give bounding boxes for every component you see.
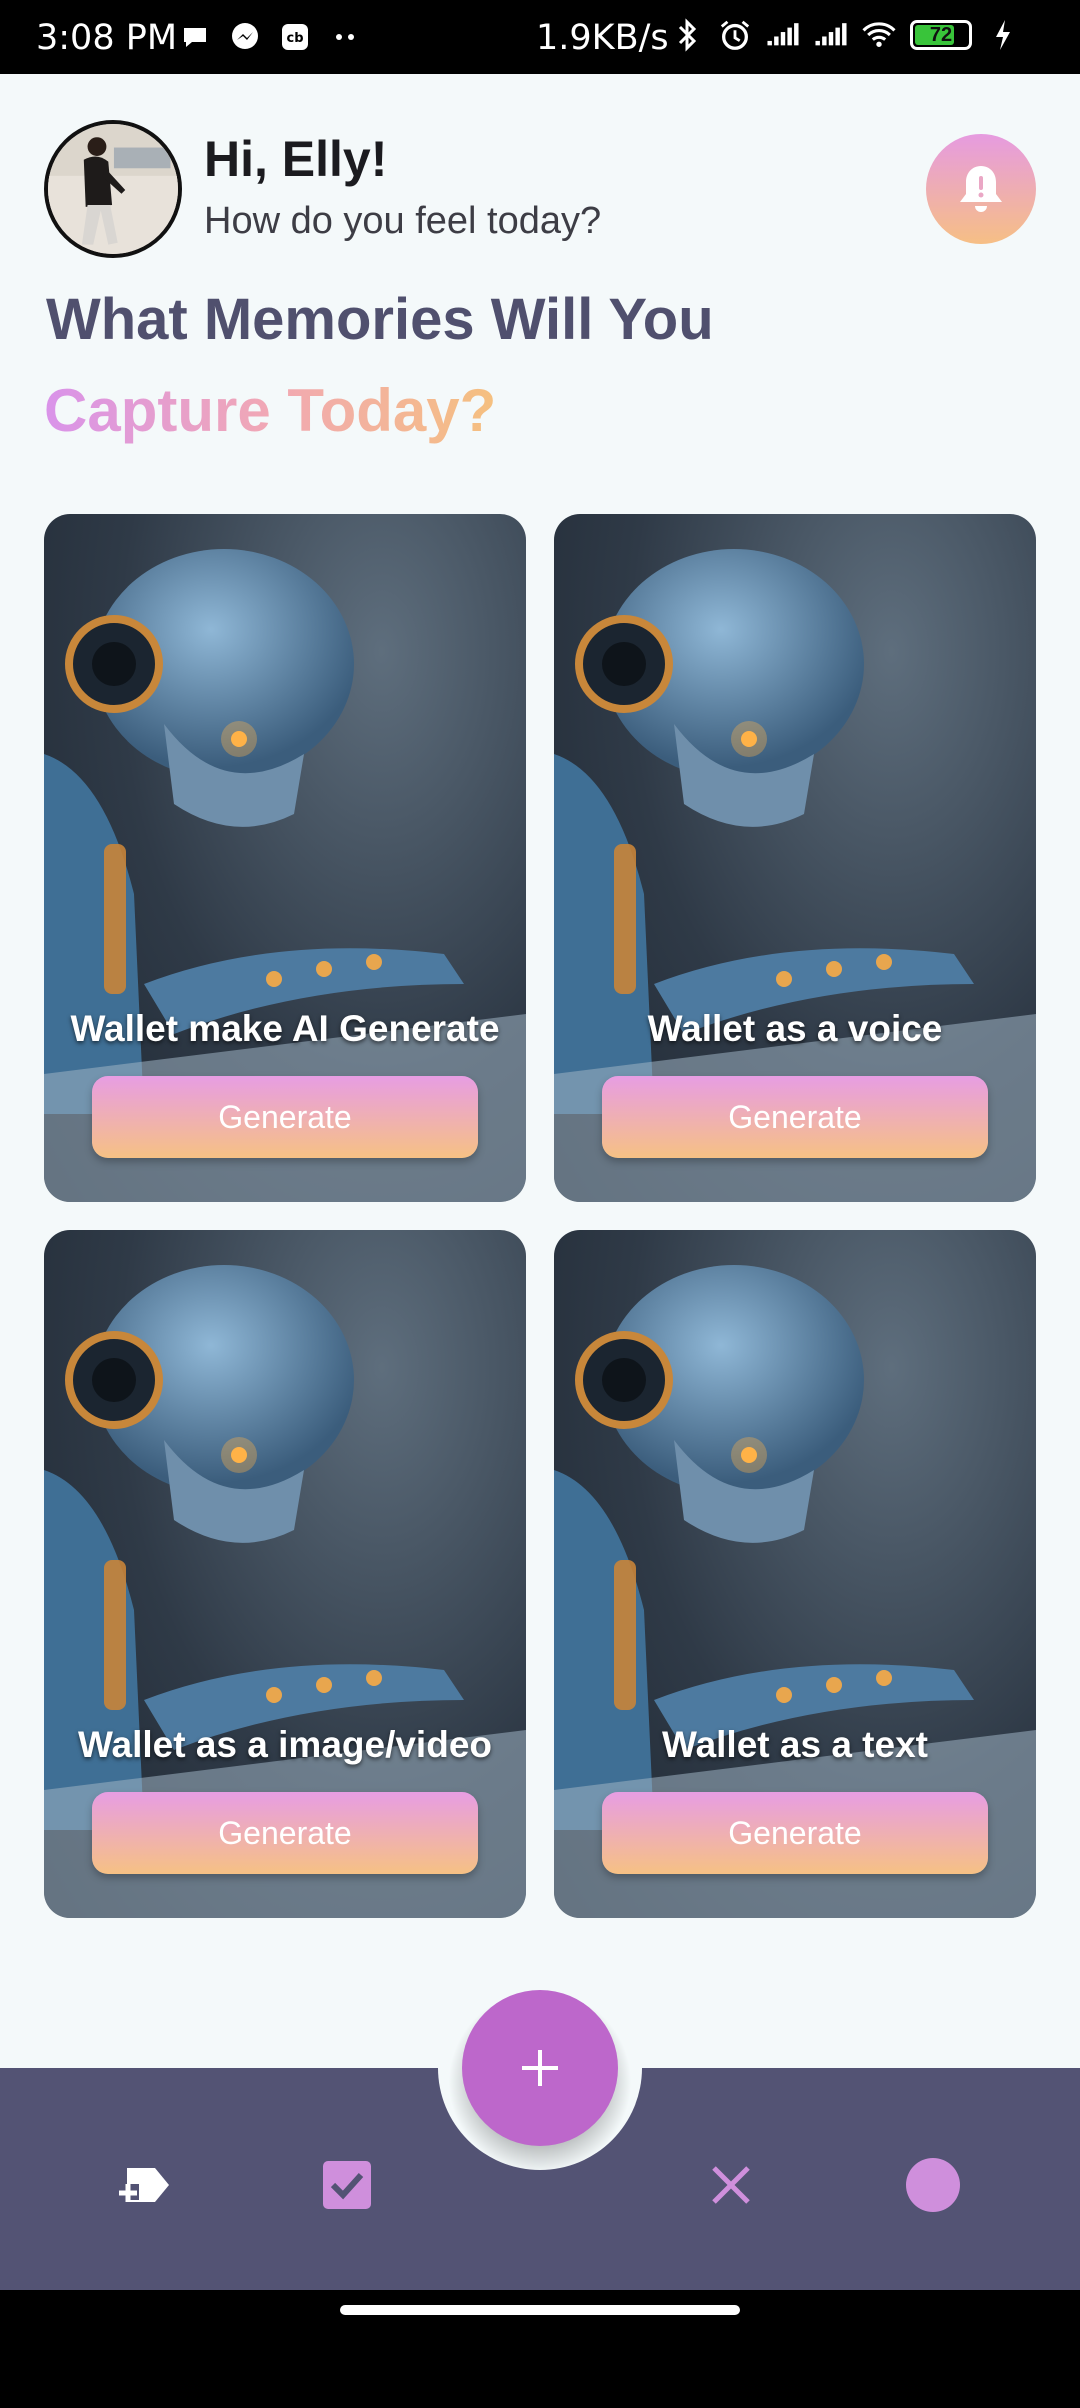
avatar-photo — [48, 124, 178, 254]
generate-button[interactable]: Generate — [602, 1076, 988, 1158]
generate-button[interactable]: Generate — [92, 1076, 478, 1158]
plus-icon — [522, 2050, 558, 2086]
memory-card[interactable]: Wallet make AI Generate Generate — [44, 514, 526, 1202]
charging-icon — [986, 18, 1020, 52]
status-bar: 3:08 PM cb 1.9KB/s 72 — [0, 0, 1080, 74]
card-title: Wallet as a image/video — [77, 1724, 492, 1765]
memory-card[interactable]: Wallet as a image/video Generate — [44, 1230, 526, 1918]
status-time: 3:08 PM — [36, 18, 178, 58]
home-indicator[interactable] — [340, 2305, 740, 2315]
signal-icon — [766, 18, 800, 52]
card-title: Wallet make AI Generate — [70, 1008, 500, 1049]
generate-button[interactable]: Generate — [92, 1792, 478, 1874]
alarm-icon — [718, 18, 752, 52]
card-title: Wallet as a text — [662, 1724, 928, 1765]
add-fab-button[interactable] — [462, 1990, 618, 2146]
circle-icon — [906, 2158, 960, 2212]
nav-item-add-label[interactable] — [108, 2150, 178, 2220]
battery-icon: 72 — [910, 20, 972, 50]
more-dots-icon — [328, 20, 362, 54]
greeting-subtitle: How do you feel today? — [204, 200, 602, 242]
svg-text:cb: cb — [286, 31, 303, 46]
bell-icon — [960, 166, 1002, 212]
bluetooth-icon — [670, 18, 704, 52]
generate-button[interactable]: Generate — [602, 1792, 988, 1874]
headline-line-1: What Memories Will You — [46, 287, 714, 352]
label-add-icon — [117, 2168, 169, 2202]
close-icon — [712, 2166, 750, 2204]
status-right-icons: 72 — [670, 18, 1020, 52]
nav-item-checklist[interactable] — [312, 2150, 382, 2220]
notification-button[interactable] — [926, 134, 1036, 244]
status-left-icons: cb — [178, 20, 362, 54]
battery-level: 72 — [929, 23, 953, 46]
headline-line-2: Capture Today? — [44, 377, 497, 444]
network-speed: 1.9KB/s — [536, 18, 669, 58]
checkbox-icon — [323, 2161, 371, 2209]
chat-bubble-icon — [178, 20, 212, 54]
messenger-icon — [228, 20, 262, 54]
cb-icon: cb — [278, 20, 312, 54]
greeting-title: Hi, Elly! — [204, 131, 388, 187]
nav-item-profile[interactable] — [898, 2150, 968, 2220]
memory-card[interactable]: Wallet as a text Generate — [554, 1230, 1036, 1918]
avatar[interactable] — [44, 120, 182, 258]
card-title: Wallet as a voice — [647, 1008, 943, 1049]
signal-icon — [814, 18, 848, 52]
nav-item-close[interactable] — [696, 2150, 766, 2220]
memory-card[interactable]: Wallet as a voice Generate — [554, 514, 1036, 1202]
wifi-icon — [862, 18, 896, 52]
